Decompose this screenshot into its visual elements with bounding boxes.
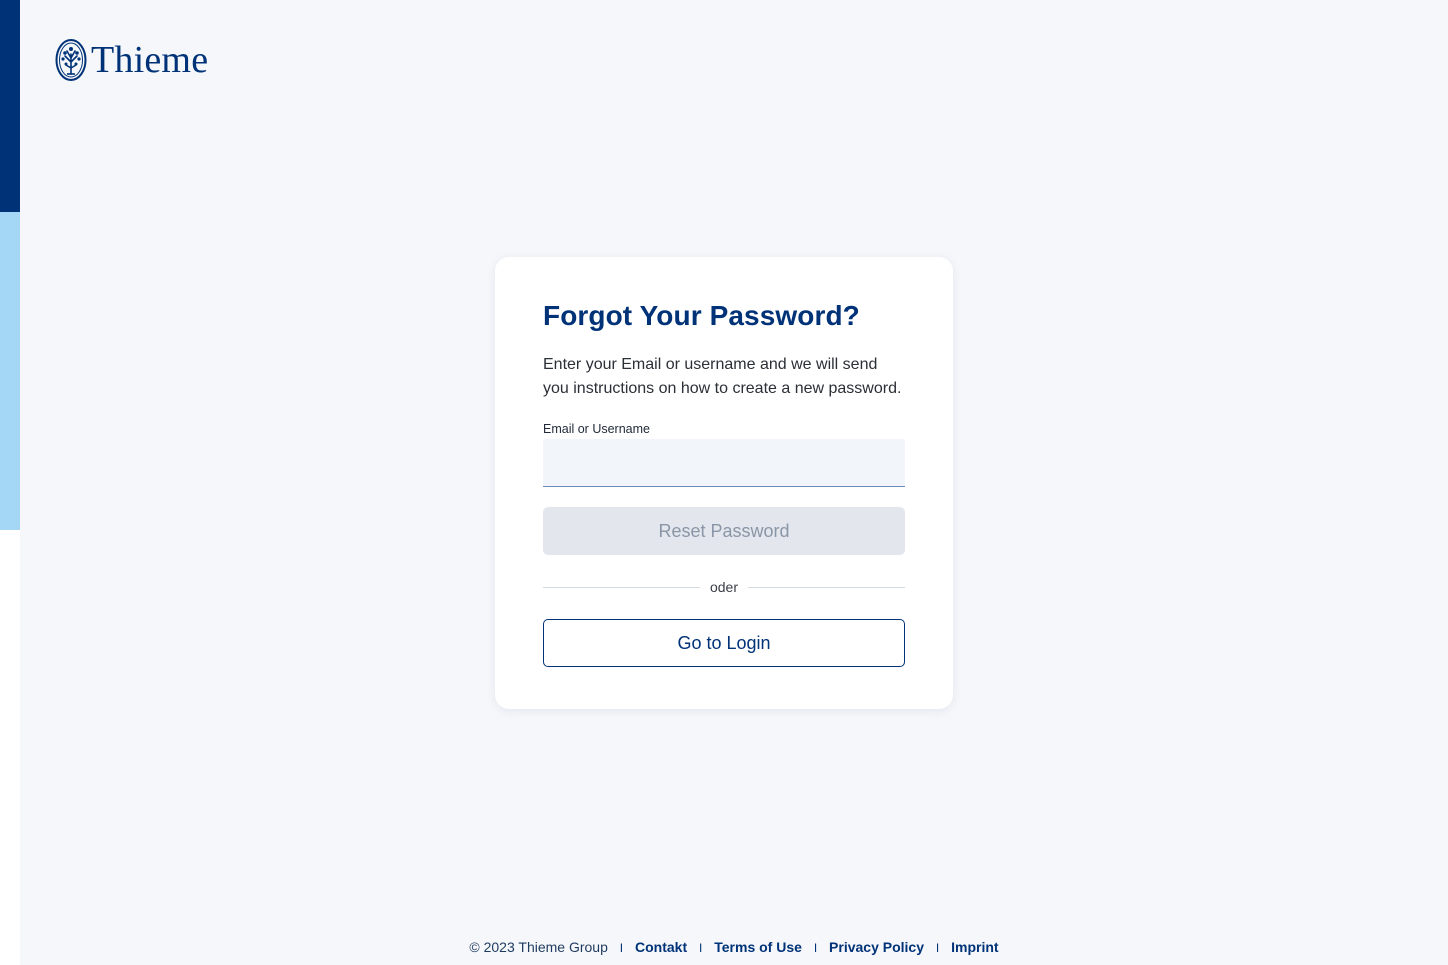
- accent-bar-light: [0, 212, 20, 530]
- email-field-label: Email or Username: [543, 422, 650, 436]
- footer-link-privacy[interactable]: Privacy Policy: [829, 939, 924, 955]
- footer-separator: I: [619, 941, 624, 955]
- footer-link-contakt[interactable]: Contakt: [635, 939, 687, 955]
- brand-logo-text: Thieme: [91, 39, 209, 81]
- page-title: Forgot Your Password?: [543, 300, 860, 331]
- footer-separator: I: [699, 941, 703, 955]
- footer-link-imprint[interactable]: Imprint: [951, 939, 998, 955]
- email-username-input[interactable]: [543, 439, 905, 487]
- footer-separator: I: [935, 941, 940, 955]
- brand-logo[interactable]: Thieme: [55, 38, 208, 82]
- accent-bar-dark: [0, 0, 20, 212]
- divider-text: oder: [709, 579, 739, 595]
- footer: © 2023 Thieme Group I Contakt I Terms of…: [20, 937, 1448, 958]
- footer-link-terms[interactable]: Terms of Use: [714, 939, 802, 955]
- divider-line-left: [543, 586, 700, 588]
- page: Thieme Forgot Your Password? Enter your …: [0, 0, 1448, 965]
- go-to-login-button[interactable]: Go to Login: [543, 619, 905, 667]
- divider-line-right: [748, 586, 905, 588]
- accent-bar-white: [0, 530, 20, 965]
- forgot-password-card: Forgot Your Password? Enter your Email o…: [495, 257, 953, 709]
- reset-password-button[interactable]: Reset Password: [543, 507, 905, 555]
- or-divider: oder: [543, 577, 905, 597]
- footer-separator: I: [813, 941, 818, 955]
- footer-copyright: © 2023 Thieme Group: [469, 939, 608, 955]
- tree-seal-icon: [55, 39, 87, 81]
- instructions-text: Enter your Email or username and we will…: [543, 356, 902, 397]
